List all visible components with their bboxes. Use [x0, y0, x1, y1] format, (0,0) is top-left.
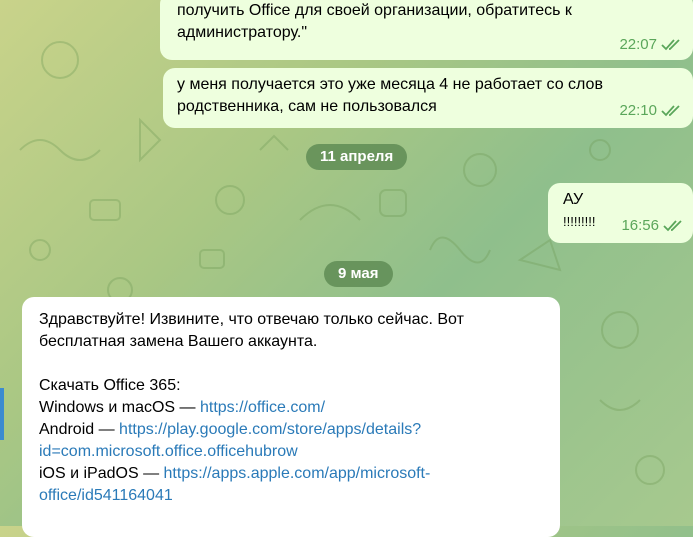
message-line: !!!!!!!!! — [563, 214, 596, 229]
message-line: Windows и macOS — https://office.com/ — [39, 397, 464, 419]
message-text: получить Office для своей организации, о… — [177, 0, 572, 44]
message-text: Здравствуйте! Извините, что отвечаю толь… — [39, 309, 464, 507]
message-meta: 22:07 — [619, 34, 683, 56]
double-check-icon — [661, 39, 680, 51]
message-time: 16:56 — [621, 217, 659, 234]
outgoing-message[interactable]: у меня получается это уже месяца 4 не ра… — [163, 68, 693, 128]
message-time: 22:10 — [619, 102, 657, 119]
message-line: office/id541164041 — [39, 485, 464, 507]
message-meta: 22:10 — [619, 100, 683, 122]
double-check-icon — [663, 220, 682, 232]
date-separator: 9 мая — [324, 261, 393, 287]
ios-store-link-cont[interactable]: office/id541164041 — [39, 487, 173, 504]
message-line: у меня получается это уже месяца 4 не ра… — [177, 76, 603, 93]
message-line: id=com.microsoft.office.officehubrow — [39, 441, 464, 463]
message-text: у меня получается это уже месяца 4 не ра… — [177, 74, 603, 118]
link-label: iOS и iPadOS — — [39, 465, 164, 482]
message-time: 22:07 — [619, 36, 657, 53]
message-line: Здравствуйте! Извините, что отвечаю толь… — [39, 311, 464, 328]
outgoing-message[interactable]: АУ !!!!!!!!! 16:56 — [548, 183, 693, 243]
incoming-message[interactable]: Здравствуйте! Извините, что отвечаю толь… — [22, 297, 560, 537]
message-line: получить Office для своей организации, о… — [177, 2, 572, 19]
message-text: АУ !!!!!!!!! — [563, 189, 596, 233]
message-line: администратору." — [177, 24, 308, 41]
android-store-link[interactable]: https://play.google.com/store/apps/detai… — [119, 421, 421, 438]
message-line: Android — https://play.google.com/store/… — [39, 419, 464, 441]
double-check-icon — [661, 105, 680, 117]
message-meta: 16:56 — [621, 215, 685, 237]
message-line: родственника, сам не пользовался — [177, 98, 437, 115]
message-line: Скачать Office 365: — [39, 377, 181, 394]
outgoing-message[interactable]: получить Office для своей организации, о… — [160, 0, 693, 60]
message-line: iOS и iPadOS — https://apps.apple.com/ap… — [39, 463, 464, 485]
android-store-link-cont[interactable]: id=com.microsoft.office.officehubrow — [39, 443, 298, 460]
link-label: Windows и macOS — — [39, 399, 200, 416]
ios-store-link[interactable]: https://apps.apple.com/app/microsoft- — [164, 465, 431, 482]
office-web-link[interactable]: https://office.com/ — [200, 399, 325, 416]
link-label: Android — — [39, 421, 120, 438]
date-separator: 11 апреля — [306, 144, 408, 170]
window-edge-accent — [0, 388, 4, 440]
message-line: АУ — [563, 191, 584, 208]
message-line: бесплатная замена Вашего аккаунта. — [39, 333, 318, 350]
